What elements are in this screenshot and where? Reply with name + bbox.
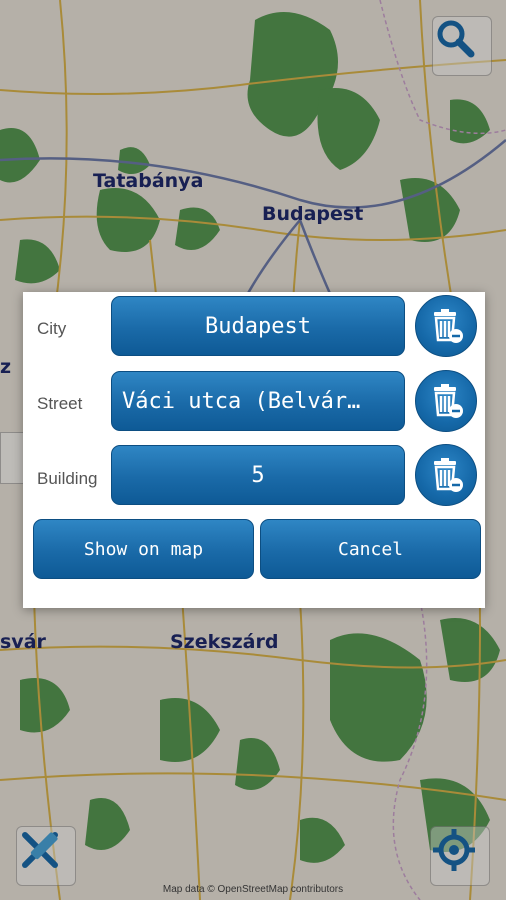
- building-value: 5: [251, 462, 265, 488]
- trash-icon: [434, 458, 463, 492]
- show-on-map-button[interactable]: Show on map: [33, 519, 254, 579]
- cancel-button[interactable]: Cancel: [260, 519, 481, 579]
- address-dialog: City Budapest Street Váci utca (Belvár…: [23, 292, 485, 608]
- clear-city-button[interactable]: [415, 295, 477, 357]
- city-field[interactable]: Budapest: [111, 296, 405, 356]
- street-value: Váci utca (Belvár…: [122, 388, 361, 414]
- city-value: Budapest: [205, 313, 311, 339]
- trash-icon: [434, 384, 463, 418]
- clear-street-button[interactable]: [415, 370, 477, 432]
- building-field[interactable]: 5: [111, 445, 405, 505]
- clear-building-button[interactable]: [415, 444, 477, 506]
- city-label: City: [37, 319, 67, 338]
- street-field[interactable]: Váci utca (Belvár…: [111, 371, 405, 431]
- trash-icon: [434, 309, 463, 343]
- street-label: Street: [37, 394, 83, 413]
- building-label: Building: [37, 469, 98, 488]
